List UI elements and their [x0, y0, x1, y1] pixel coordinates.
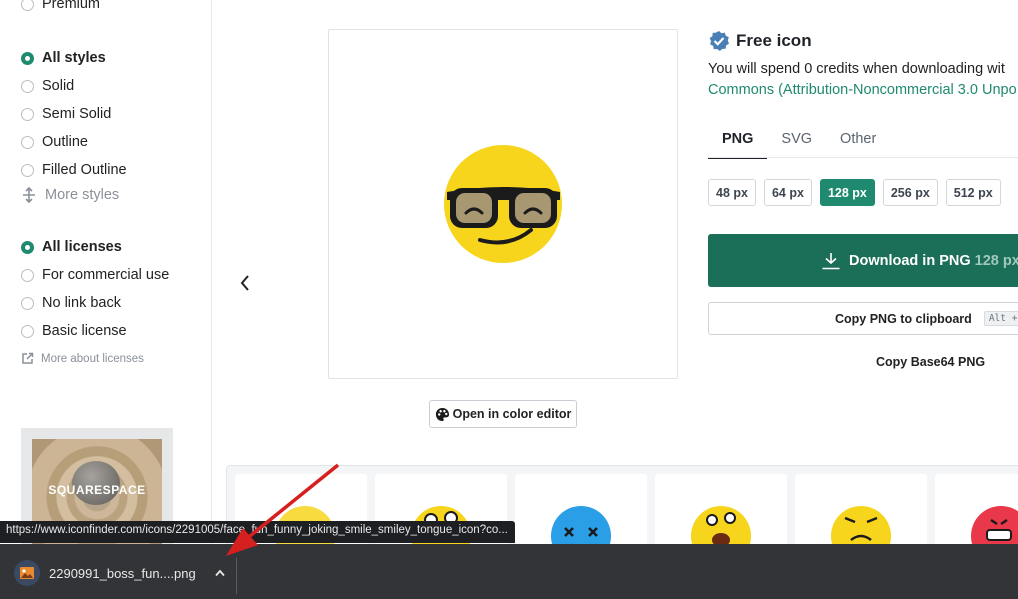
chevron-left-icon	[240, 275, 249, 291]
related-icon-tile[interactable]	[655, 474, 787, 554]
filter-style-all[interactable]: All styles	[21, 47, 106, 69]
filter-style-label: Semi Solid	[42, 106, 112, 122]
filter-style-outline[interactable]: Outline	[21, 131, 88, 153]
filter-style-label: Outline	[42, 134, 88, 150]
copy-png-label: Copy PNG to clipboard	[835, 311, 972, 326]
tabs-divider	[708, 157, 1018, 158]
size-128-button[interactable]: 128 px	[819, 179, 875, 206]
browser-download-bar: 2290991_boss_fun....png	[0, 544, 1018, 599]
sliders-icon	[23, 187, 35, 203]
more-styles-label: More styles	[45, 187, 120, 203]
filter-license-label: For commercial use	[42, 267, 170, 283]
copy-shortcut-hint: Alt + :	[983, 311, 1018, 326]
radio-icon	[21, 296, 34, 310]
download-label: Download in PNG	[849, 252, 971, 269]
size-options: 48 px 64 px 128 px 256 px 512 px	[708, 179, 1001, 206]
ad-brand-text: SQUARESPACE	[48, 483, 146, 497]
size-64-button[interactable]: 64 px	[763, 179, 812, 206]
related-icon-tile[interactable]	[935, 474, 1018, 554]
filter-premium[interactable]: Premium	[21, 0, 100, 15]
radio-icon	[21, 135, 34, 149]
filter-license-basic[interactable]: Basic license	[21, 320, 127, 342]
filter-style-filled-outline[interactable]: Filled Outline	[21, 159, 127, 181]
open-color-editor-label: Open in color editor	[452, 407, 572, 421]
filter-license-label: Basic license	[42, 323, 127, 339]
size-48-button[interactable]: 48 px	[708, 179, 756, 206]
radio-selected-icon	[21, 51, 34, 65]
radio-icon	[21, 79, 34, 93]
download-icon	[822, 252, 840, 269]
more-about-licenses-link[interactable]: More about licenses	[21, 352, 144, 365]
copy-png-clipboard-button[interactable]: Copy PNG to clipboard Alt + :	[708, 302, 1018, 335]
dead-face-icon	[551, 506, 611, 554]
downloaded-file-name: 2290991_boss_fun....png	[49, 565, 196, 581]
angry-shout-face-icon	[691, 506, 751, 554]
verified-badge-icon	[709, 31, 729, 51]
filter-style-label: Solid	[42, 78, 75, 94]
tab-svg[interactable]: SVG	[767, 128, 826, 159]
downloaded-file-item[interactable]: 2290991_boss_fun....png	[14, 560, 226, 586]
icon-preview	[328, 29, 678, 379]
radio-icon	[21, 268, 34, 282]
size-512-button[interactable]: 512 px	[945, 179, 1001, 206]
more-styles-link[interactable]: More styles	[21, 187, 119, 203]
filter-license-no-link-back[interactable]: No link back	[21, 292, 121, 314]
open-color-editor-button[interactable]: Open in color editor	[429, 400, 577, 428]
frowning-face-icon	[831, 506, 891, 554]
filter-license-label: No link back	[42, 295, 121, 311]
tab-png[interactable]: PNG	[708, 128, 768, 159]
chevron-up-icon[interactable]	[214, 568, 226, 578]
filter-license-label: All licenses	[42, 239, 122, 255]
filter-license-commercial[interactable]: For commercial use	[21, 264, 169, 286]
free-icon-heading: Free icon	[708, 30, 812, 52]
radio-icon	[21, 107, 34, 121]
size-256-button[interactable]: 256 px	[882, 179, 938, 206]
tab-other[interactable]: Other	[826, 128, 890, 159]
rage-face-icon	[971, 506, 1018, 554]
more-about-licenses-label: More about licenses	[41, 352, 144, 365]
free-icon-title: Free icon	[736, 31, 812, 50]
filter-license-all[interactable]: All licenses	[21, 236, 122, 258]
download-bar-separator	[236, 558, 237, 594]
copy-base64-button[interactable]: Copy Base64 PNG	[876, 355, 985, 369]
filter-style-label: Filled Outline	[42, 162, 127, 178]
download-png-button[interactable]: Download in PNG 128 px	[708, 234, 1018, 287]
link-status-url: https://www.iconfinder.com/icons/2291005…	[0, 521, 515, 543]
radio-icon	[21, 324, 34, 338]
filter-style-label: All styles	[42, 50, 106, 66]
radio-icon	[21, 0, 34, 11]
related-icon-tile[interactable]	[795, 474, 927, 554]
radio-selected-icon	[21, 240, 34, 254]
download-panel: Free icon You will spend 0 credits when …	[708, 0, 1018, 544]
palette-icon	[435, 407, 449, 421]
license-link[interactable]: Commons (Attribution-Noncommercial 3.0 U…	[708, 82, 1017, 98]
filter-sidebar: Premium All styles Solid Semi Solid Outl…	[0, 0, 212, 544]
external-link-icon	[22, 352, 34, 364]
related-icon-tile[interactable]	[515, 474, 647, 554]
credits-text: You will spend 0 credits when downloadin…	[708, 61, 1005, 77]
format-tabs: PNG SVG Other	[708, 128, 890, 159]
sunglasses-smirk-face-icon	[444, 145, 562, 263]
previous-icon-arrow[interactable]	[238, 273, 252, 299]
filter-premium-label: Premium	[42, 0, 101, 12]
download-size-label: 128 px	[974, 252, 1018, 269]
radio-icon	[21, 163, 34, 177]
filter-style-solid[interactable]: Solid	[21, 75, 74, 97]
filter-style-semi-solid[interactable]: Semi Solid	[21, 103, 111, 125]
image-file-icon	[14, 560, 40, 586]
